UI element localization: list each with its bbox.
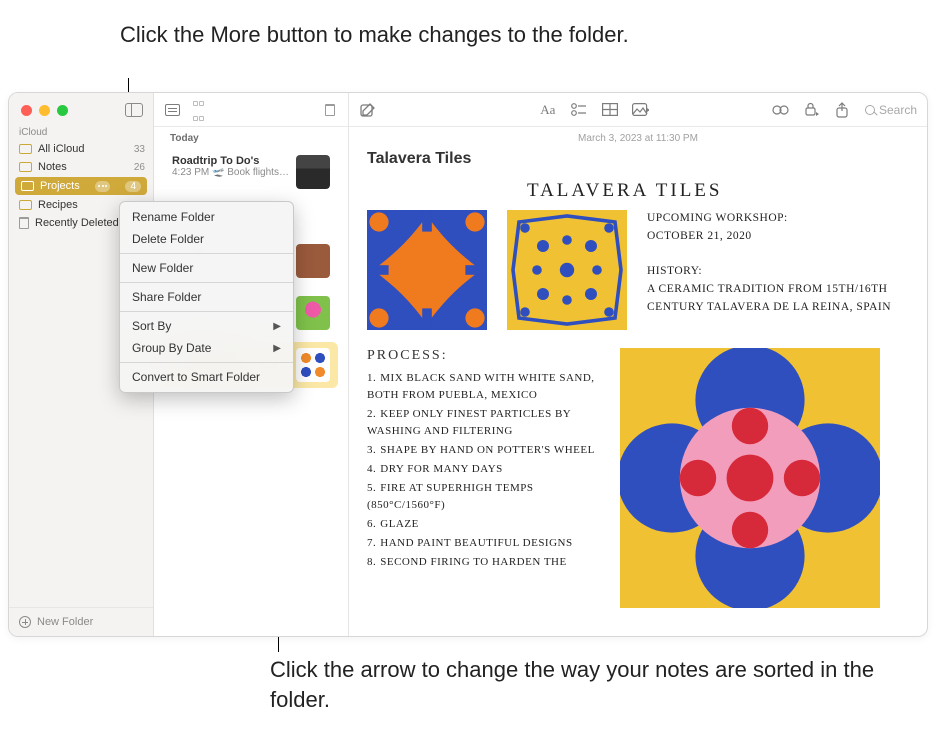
plus-circle-icon <box>19 616 31 628</box>
menu-separator <box>120 253 293 254</box>
note-thumbnail <box>296 296 330 330</box>
sidebar-item-count: 4 <box>125 181 141 192</box>
chevron-right-icon: ▶ <box>273 321 281 332</box>
gallery-view-button[interactable] <box>192 103 208 117</box>
sidebar-item-label: All iCloud <box>38 143 84 155</box>
menu-separator <box>120 362 293 363</box>
checklist-button[interactable] <box>570 103 587 116</box>
folder-icon <box>19 162 32 172</box>
menu-separator <box>120 311 293 312</box>
sidebar-item-all-icloud[interactable]: All iCloud 33 <box>9 140 153 158</box>
search-placeholder: Search <box>879 103 917 117</box>
search-field[interactable]: Search <box>865 103 917 117</box>
note-preview: 4:23 PM 🛫 Book flights🛫 … <box>172 167 290 178</box>
sidebar-item-label: Notes <box>38 161 67 173</box>
share-button[interactable] <box>834 102 851 118</box>
callout-bottom: Click the arrow to change the way your n… <box>270 655 935 714</box>
tile-image-orange <box>367 210 487 330</box>
folder-icon <box>19 144 32 154</box>
delete-note-button[interactable] <box>322 103 338 117</box>
folder-icon <box>19 200 32 210</box>
minimize-window-button[interactable] <box>39 105 50 116</box>
menu-sort-by[interactable]: Sort By▶ <box>120 315 293 337</box>
menu-group-by-date[interactable]: Group By Date▶ <box>120 337 293 359</box>
note-title: Roadtrip To Do's <box>172 155 290 167</box>
note-body[interactable]: TALAVERA TILES <box>349 178 927 636</box>
media-button[interactable] <box>632 103 649 116</box>
note-editor: Aa Search Marc <box>349 93 927 636</box>
callout-top: Click the More button to make changes to… <box>120 20 629 50</box>
sidebar-section-label: iCloud <box>9 123 153 140</box>
notes-window: iCloud All iCloud 33 Notes 26 Projects 4… <box>8 92 928 637</box>
trash-icon <box>19 217 29 229</box>
process-steps-list: 1.MIX BLACK SAND WITH WHITE SAND, BOTH F… <box>367 370 602 572</box>
note-thumbnail <box>296 348 330 382</box>
sidebar-item-notes[interactable]: Notes 26 <box>9 158 153 176</box>
more-icon[interactable] <box>95 181 110 192</box>
link-button[interactable] <box>772 103 789 117</box>
menu-delete-folder[interactable]: Delete Folder <box>120 228 293 250</box>
note-top-annotations: UPCOMING WORKSHOP: OCTOBER 21, 2020 HIST… <box>647 210 891 317</box>
sidebar-item-projects[interactable]: Projects 4 <box>15 177 147 195</box>
tile-image-flower <box>620 348 880 608</box>
sidebar-item-count: 26 <box>134 162 145 173</box>
sidebar-item-label: Projects <box>40 180 80 192</box>
sidebar-item-count: 33 <box>134 144 145 155</box>
list-toolbar <box>154 93 348 127</box>
process-section: PROCESS: 1.MIX BLACK SAND WITH WHITE SAN… <box>367 348 602 574</box>
menu-separator <box>120 282 293 283</box>
maximize-window-button[interactable] <box>57 105 68 116</box>
note-item-roadtrip[interactable]: Roadtrip To Do's 4:23 PM 🛫 Book flights🛫… <box>164 149 338 195</box>
sidebar-toggle-icon[interactable] <box>125 103 143 117</box>
note-title-heading: Talavera Tiles <box>349 146 927 178</box>
new-folder-button[interactable]: New Folder <box>9 607 153 636</box>
lock-button[interactable] <box>803 102 820 117</box>
table-button[interactable] <box>601 103 618 116</box>
compose-button[interactable] <box>359 102 376 118</box>
handwritten-title: TALAVERA TILES <box>527 180 909 202</box>
editor-toolbar: Aa Search <box>349 93 927 127</box>
notes-date-header: Today <box>154 127 348 146</box>
note-date: March 3, 2023 at 11:30 PM <box>349 127 927 146</box>
menu-rename-folder[interactable]: Rename Folder <box>120 206 293 228</box>
sidebar-item-label: Recipes <box>38 199 78 211</box>
close-window-button[interactable] <box>21 105 32 116</box>
note-thumbnail <box>296 244 330 278</box>
note-thumbnail <box>296 155 330 189</box>
menu-new-folder[interactable]: New Folder <box>120 257 293 279</box>
chevron-right-icon: ▶ <box>273 343 281 354</box>
menu-share-folder[interactable]: Share Folder <box>120 286 293 308</box>
sidebar-item-label: Recently Deleted <box>35 217 119 229</box>
search-icon <box>865 105 875 115</box>
list-view-button[interactable] <box>164 103 180 117</box>
new-folder-label: New Folder <box>37 616 93 628</box>
window-controls <box>9 93 153 123</box>
tile-image-yellow <box>507 210 627 330</box>
format-button[interactable]: Aa <box>539 102 556 118</box>
menu-convert-smart-folder[interactable]: Convert to Smart Folder <box>120 366 293 388</box>
folder-icon <box>21 181 34 191</box>
folder-context-menu: Rename Folder Delete Folder New Folder S… <box>119 201 294 393</box>
